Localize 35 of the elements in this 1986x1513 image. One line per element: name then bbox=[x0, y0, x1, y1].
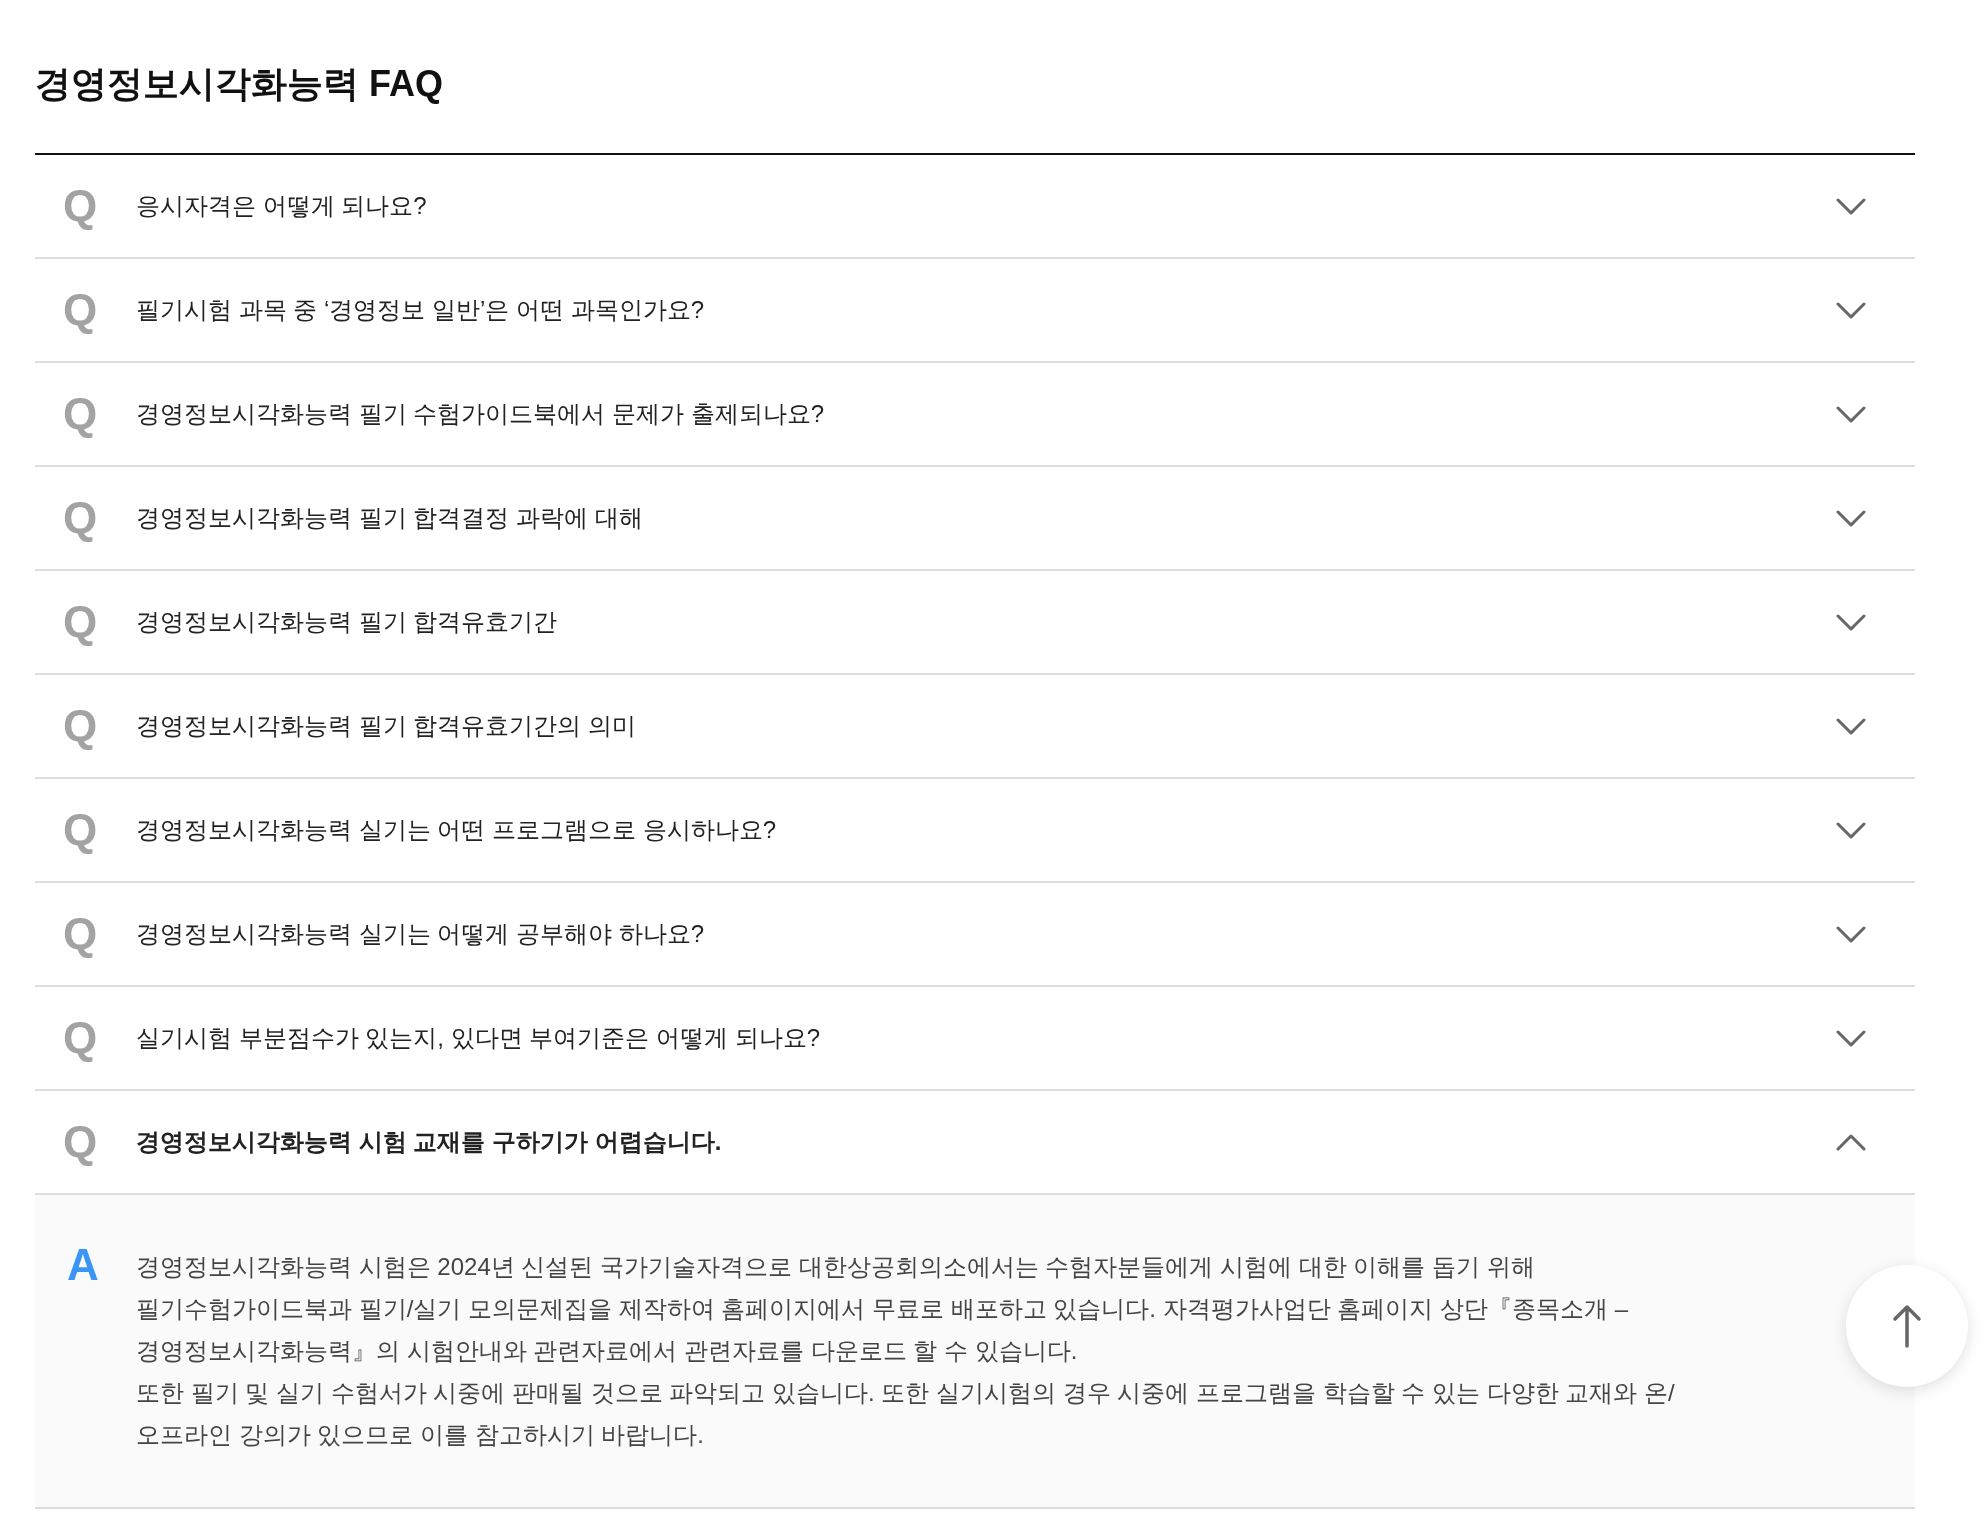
faq-question[interactable]: 실기시험 부분점수가 있는지, 있다면 부여기준은 어떻게 되나요? bbox=[136, 1021, 821, 1055]
chevron-down-icon[interactable] bbox=[1836, 717, 1866, 735]
question-marker: Q bbox=[63, 1014, 99, 1062]
question-marker: Q bbox=[63, 702, 99, 750]
chevron-down-icon[interactable] bbox=[1836, 301, 1866, 319]
question-marker: Q bbox=[63, 494, 99, 542]
question-marker: Q bbox=[63, 806, 99, 854]
answer-paragraph: 경영정보시각화능력 시험은 2024년 신설된 국가기술자격으로 대한상공회의소에서는 수험자분들에게 시험에 대한 이해를 돕기 위해 필기수험가이드북과 필기/실기 모의문제집을 제작하여 홈페이지에서 무료로 배포하고 있습니다. 자격평가사업단 홈페이지 상단『종목소개 – 경영정보시각화능력』의 시험안내와 관련자료에서 관련자료를 다운로드 할 수 있습니다. bbox=[136, 1252, 1630, 1366]
question-marker: Q bbox=[63, 1118, 99, 1166]
faq-question[interactable]: 경영정보시각화능력 필기 합격결정 과락에 대해 bbox=[136, 501, 643, 535]
faq-question[interactable]: 경영정보시각화능력 실기는 어떻게 공부해야 하나요? bbox=[136, 917, 705, 951]
chevron-down-icon[interactable] bbox=[1836, 925, 1866, 943]
faq-question[interactable]: 경영정보시각화능력 필기 합격유효기간의 의미 bbox=[136, 709, 636, 743]
chevron-down-icon[interactable] bbox=[1836, 613, 1866, 631]
faq-question[interactable]: 경영정보시각화능력 필기 수험가이드북에서 문제가 출제되나요? bbox=[136, 397, 825, 431]
faq-question[interactable]: 필기시험 과목 중 ‘경영정보 일반’은 어떤 과목인가요? bbox=[136, 293, 705, 327]
faq-question[interactable]: 경영정보시각화능력 실기는 어떤 프로그램으로 응시하나요? bbox=[136, 813, 777, 847]
chevron-down-icon[interactable] bbox=[1836, 509, 1866, 527]
question-marker: Q bbox=[63, 286, 99, 334]
question-marker: Q bbox=[63, 182, 99, 230]
answer-marker: A bbox=[67, 1241, 100, 1289]
question-marker: Q bbox=[63, 390, 99, 438]
question-marker: Q bbox=[63, 910, 99, 958]
chevron-up-icon[interactable] bbox=[1836, 1133, 1866, 1151]
chevron-down-icon[interactable] bbox=[1836, 197, 1866, 215]
chevron-down-icon[interactable] bbox=[1836, 405, 1866, 423]
faq-question[interactable]: 경영정보시각화능력 시험 교재를 구하기가 어렵습니다. bbox=[136, 1125, 722, 1159]
chevron-down-icon[interactable] bbox=[1836, 1029, 1866, 1047]
arrow-up-icon bbox=[1892, 1304, 1922, 1348]
question-marker: Q bbox=[63, 598, 99, 646]
faq-question[interactable]: 경영정보시각화능력 필기 합격유효기간 bbox=[136, 605, 558, 639]
chevron-down-icon[interactable] bbox=[1836, 821, 1866, 839]
answer-paragraph: 또한 필기 및 실기 수험서가 시중에 판매될 것으로 파악되고 있습니다. 또한 실기시험의 경우 시중에 프로그램을 학습할 수 있는 다양한 교재와 온/오프라인 강의가 있으므로 이를 참고하시기 바랍니다. bbox=[136, 1378, 1675, 1450]
faq-question[interactable]: 응시자격은 어떻게 되나요? bbox=[136, 189, 427, 223]
page-title: 경영정보시각화능력 FAQ bbox=[35, 62, 443, 106]
